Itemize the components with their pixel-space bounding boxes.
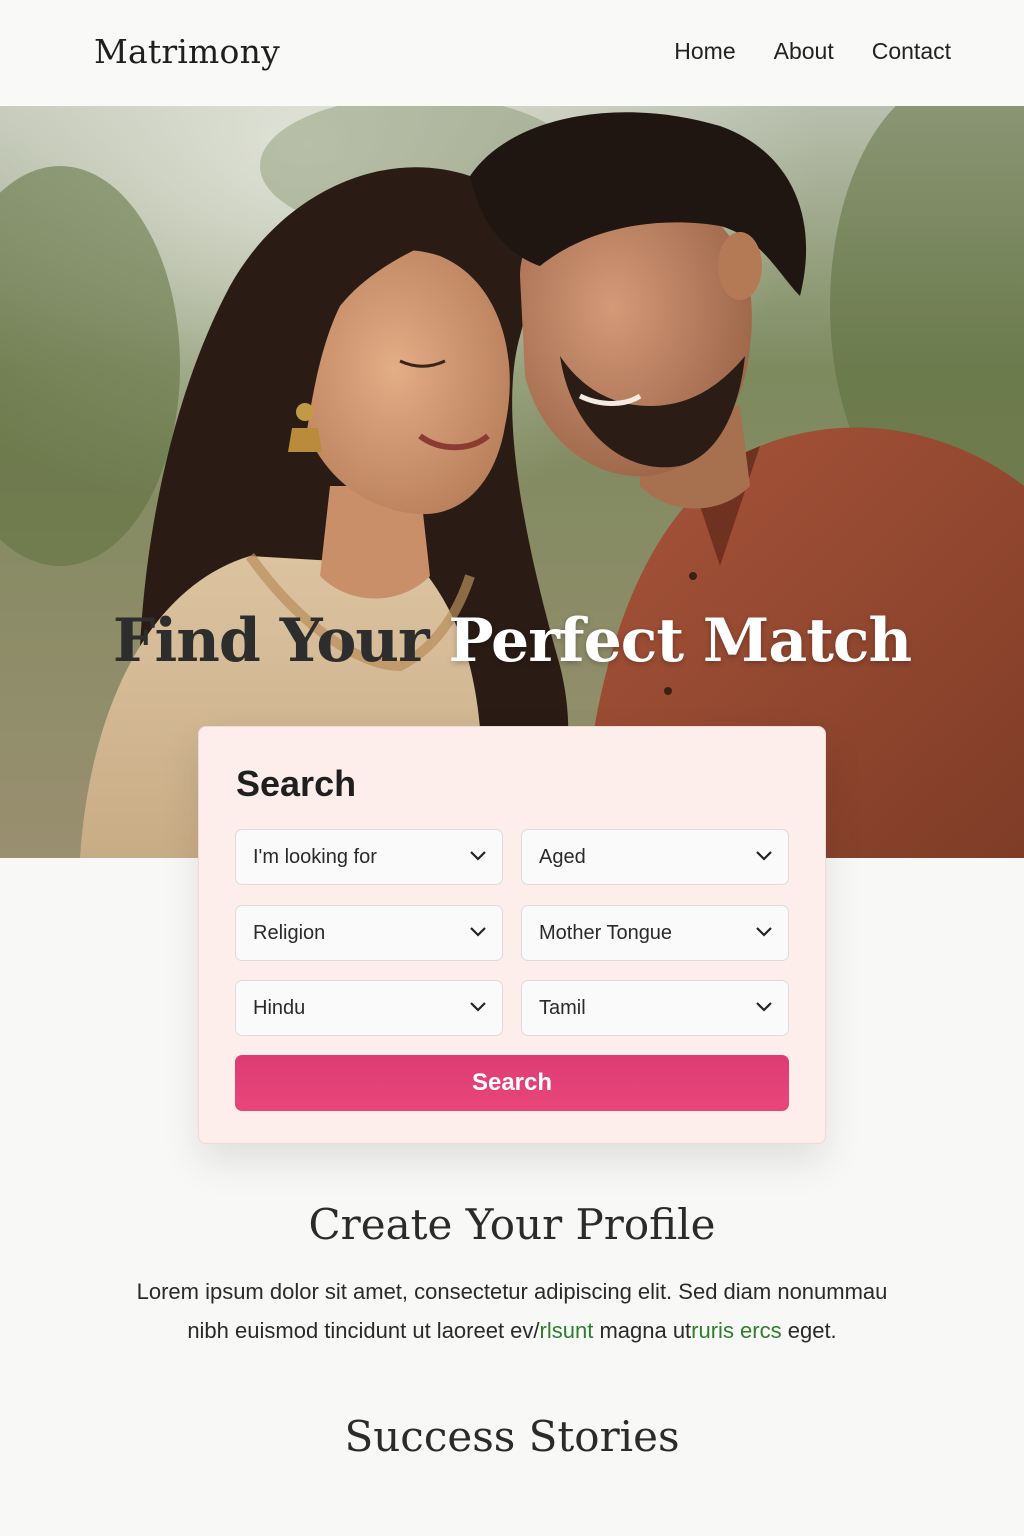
- chevron-down-icon: [470, 851, 486, 861]
- create-profile-heading: Create Your Profile: [308, 1200, 716, 1249]
- select-value: Hindu: [253, 997, 306, 1019]
- religion-value-select[interactable]: Hindu: [235, 980, 503, 1036]
- search-button[interactable]: Search: [235, 1055, 789, 1111]
- profile-text-line2c: magna ut: [593, 1318, 692, 1343]
- looking-for-select[interactable]: I'm looking for: [235, 829, 503, 885]
- search-heading: Search: [236, 763, 357, 804]
- create-profile-text: Lorem ipsum dolor sit amet, consectetur …: [90, 1272, 934, 1350]
- nav-contact-link[interactable]: Contact: [872, 38, 951, 65]
- profile-text-line2d: ruris ercs: [691, 1318, 782, 1343]
- hero-heading-dark: Find Your: [112, 606, 430, 676]
- profile-text-line2a: nibh euismod tincidunt ut laoreet ev/: [187, 1318, 540, 1343]
- select-value: Tamil: [539, 997, 586, 1019]
- chevron-down-icon: [756, 1002, 772, 1012]
- select-value: Mother Tongue: [539, 922, 673, 944]
- profile-text-line1: Lorem ipsum dolor sit amet, consectetur …: [136, 1279, 888, 1304]
- success-stories-heading: Success Stories: [344, 1412, 680, 1461]
- search-card: Search I'm looking for Aged Religion Mot…: [198, 726, 826, 1144]
- chevron-down-icon: [756, 927, 772, 937]
- mother-tongue-select[interactable]: Mother Tongue: [521, 905, 789, 961]
- religion-select[interactable]: Religion: [235, 905, 503, 961]
- hero-heading: Find Your Perfect Match: [0, 606, 1024, 676]
- age-select[interactable]: Aged: [521, 829, 789, 885]
- chevron-down-icon: [756, 851, 772, 861]
- language-value-select[interactable]: Tamil: [521, 980, 789, 1036]
- profile-text-line2b: rlsunt: [539, 1318, 594, 1343]
- main-nav: Home About Contact: [674, 38, 951, 65]
- site-header: Matrimony Home About Contact: [0, 0, 1024, 106]
- nav-about-link[interactable]: About: [774, 38, 834, 65]
- hero-heading-light: Perfect Match: [448, 606, 913, 676]
- chevron-down-icon: [470, 1002, 486, 1012]
- select-value: I'm looking for: [253, 846, 377, 868]
- brand-logo[interactable]: Matrimony: [94, 32, 280, 71]
- profile-text-line2e: eget.: [781, 1318, 837, 1343]
- nav-home-link[interactable]: Home: [674, 38, 735, 65]
- select-value: Religion: [253, 922, 326, 944]
- chevron-down-icon: [470, 927, 486, 937]
- select-value: Aged: [539, 846, 586, 868]
